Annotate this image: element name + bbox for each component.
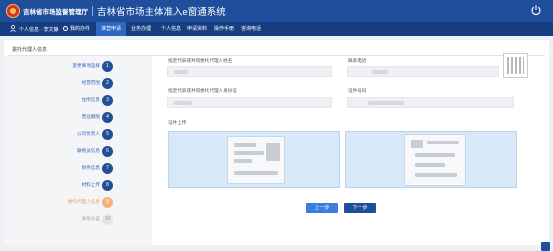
step-number: 7 [102, 163, 113, 174]
step-label: 变更事项选择 [72, 63, 100, 68]
step-item[interactable]: 财务信息 7 [4, 162, 152, 176]
prev-button[interactable]: 上一步 [306, 203, 338, 213]
step-item-current[interactable]: 委托代理人信息 9 [4, 196, 152, 210]
step-item[interactable]: 住所信息 3 [4, 94, 152, 108]
nav-item-label: 个人信息 [161, 26, 182, 32]
nav-item-my-cases[interactable]: 我的办件 [58, 22, 95, 36]
step-number: 8 [102, 180, 113, 191]
step-item[interactable]: 公司负责人 5 [4, 128, 152, 142]
step-number: 9 [102, 197, 113, 208]
nav-item-label: 准营申请 [101, 26, 122, 32]
home-icon [63, 26, 68, 31]
step-item-pending[interactable]: 身份认证 10 [4, 213, 152, 227]
header-divider [92, 6, 93, 16]
nav-item-label: 我的办件 [70, 26, 91, 32]
step-label: 住所信息 [81, 97, 100, 102]
nav-bar: 个人信息 · 李文静 我的办件 准营申请 业务办理 个人信息 申请资料 操作手册… [0, 22, 553, 36]
step-label: 营业期限 [81, 114, 100, 119]
next-button[interactable]: 下一步 [344, 203, 376, 213]
step-number: 3 [102, 95, 113, 106]
power-icon[interactable] [530, 4, 542, 16]
user-icon [10, 25, 16, 32]
contact-field[interactable] [347, 66, 499, 77]
system-title: 吉林省市场主体准入e窗通系统 [97, 7, 226, 18]
agent-id-label: 指定代表或共同委托代理人身份证 [168, 88, 237, 93]
contact-label: 联系电话 [348, 58, 367, 63]
step-label: 委托代理人信息 [67, 199, 100, 204]
id-card-back-image [404, 134, 466, 186]
qr-code-image [503, 53, 528, 78]
app-header: 吉林省市场监督管理厅 吉林省市场主体准入e窗通系统 [0, 0, 553, 22]
id-back-upload[interactable] [345, 131, 517, 188]
step-item[interactable]: 联络员信息 6 [4, 145, 152, 159]
step-label: 联络员信息 [77, 148, 100, 153]
nav-item-label: 咨询电话 [241, 26, 262, 32]
step-number: 6 [102, 146, 113, 157]
nav-item-label: 申请资料 [187, 26, 208, 32]
step-item[interactable]: 材料上传 8 [4, 179, 152, 193]
nav-item-label: 业务办理 [131, 26, 152, 32]
step-label: 经营范围 [81, 80, 100, 85]
id-card-front-image [227, 136, 285, 184]
step-item[interactable]: 变更事项选择 1 [4, 60, 152, 74]
id-number-label: 证件号码 [348, 88, 367, 93]
step-item[interactable]: 经营范围 2 [4, 77, 152, 91]
steps-sidebar: 变更事项选择 1 经营范围 2 住所信息 3 营业期限 4 公司负责人 5 联络员信息 6 … [4, 56, 152, 245]
panel-title: 委托代理人信息 [12, 47, 48, 53]
step-number: 4 [102, 112, 113, 123]
step-number: 2 [102, 78, 113, 89]
step-number: 10 [102, 214, 113, 225]
step-label: 材料上传 [81, 182, 100, 187]
nav-item-label: 操作手册 [214, 26, 235, 32]
nav-item-materials[interactable]: 申请资料 [182, 22, 212, 36]
user-name: 个人信息 · 李文静 [19, 27, 59, 33]
step-label: 公司负责人 [77, 131, 100, 136]
step-item[interactable]: 营业期限 4 [4, 111, 152, 125]
agent-name-field[interactable] [167, 66, 332, 77]
nav-item-business[interactable]: 业务办理 [126, 22, 156, 36]
agency-name: 吉林省市场监督管理厅 [23, 9, 88, 16]
floating-help-icon[interactable] [541, 242, 550, 251]
upload-label: 证件上传 [168, 120, 187, 125]
agent-name-label: 指定代表或共同委托代理人姓名 [168, 58, 233, 63]
step-number: 5 [102, 129, 113, 140]
user-info[interactable]: 个人信息 · 李文静 [10, 25, 58, 33]
step-label: 身份认证 [81, 216, 100, 221]
step-number: 1 [102, 61, 113, 72]
id-number-field[interactable] [347, 97, 514, 108]
agent-id-field[interactable] [167, 97, 332, 108]
step-label: 财务信息 [81, 165, 100, 170]
emblem-logo [6, 4, 20, 18]
id-front-upload[interactable] [168, 131, 340, 188]
nav-item-apply[interactable]: 准营申请 [96, 22, 127, 36]
nav-item-hotline[interactable]: 咨询电话 [236, 22, 266, 36]
nav-item-manual[interactable]: 操作手册 [209, 22, 239, 36]
